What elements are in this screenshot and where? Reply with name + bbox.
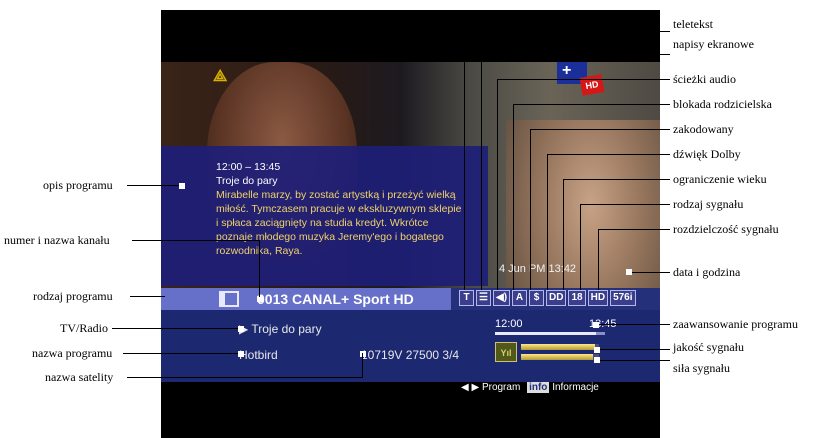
leader-line [599, 324, 670, 325]
leader-line [547, 154, 670, 155]
label-tv-radio: TV/Radio [60, 321, 108, 335]
channel-number-name: 0013 CANAL+ Sport HD [257, 291, 414, 307]
label-rodzaj-programu: rodzaj programu [33, 289, 113, 303]
broadcaster-logo-icon: ⟁ [213, 68, 228, 85]
program-progress-fill [495, 332, 597, 335]
parental-lock-icon: A [512, 290, 528, 306]
label-teletekst: teletekst [673, 17, 713, 31]
leader-line [259, 240, 260, 297]
signal-strength-bar [521, 354, 599, 360]
label-sciezki: ścieżki audio [673, 72, 736, 86]
program-info-panel: 12:00 – 13:45 Troje do pary Mirabelle ma… [161, 146, 488, 286]
leader-line [112, 328, 238, 329]
leader-line [497, 79, 670, 80]
marker-dot [257, 296, 263, 302]
marker-dot [238, 326, 244, 332]
label-data-godzina: data i godzina [673, 265, 741, 279]
program-title: Troje do pary [216, 175, 278, 187]
leader-line [464, 31, 465, 290]
satellite-name: Hotbird [239, 348, 278, 362]
audio-tracks-icon: ◀) [493, 290, 511, 306]
nav-info-label: Informacje [552, 382, 599, 393]
scrambled-icon: $ [529, 290, 545, 306]
label-zaawansowanie: zaawansowanie programu [673, 317, 798, 331]
leader-line [464, 31, 670, 32]
leader-line [632, 272, 670, 273]
program-type-icon [219, 291, 239, 307]
channel-hd-badge: HD [579, 74, 605, 96]
bottom-nav: ◀ ▶ Program info Informacje [461, 382, 599, 393]
label-ograniczenie: ograniczenie wieku [673, 172, 767, 186]
status-icons: T ☰ ◀) A $ DD 18 HD 576i [459, 290, 636, 308]
nav-program[interactable]: ◀ ▶ Program [461, 382, 520, 393]
leader-line [600, 349, 670, 350]
label-nazwa-satelity: nazwa satelity [45, 370, 114, 384]
leader-line [481, 54, 670, 55]
marker-dot [238, 351, 244, 357]
label-rozdzielczosc: rozdzielczość sygnału [673, 222, 779, 236]
label-rodzaj-sygnalu: rodzaj sygnału [673, 197, 744, 211]
program-description: Mirabelle marzy, by zostać artystką i pr… [216, 189, 462, 257]
age-rating-icon: 18 [568, 290, 586, 306]
label-dolby: dźwięk Dolby [673, 147, 741, 161]
channel-logo-plus: + [562, 62, 572, 79]
resolution-icon: 576i [610, 290, 636, 306]
leader-line [598, 229, 599, 290]
leader-line [127, 185, 179, 186]
date-time: 4 Jun PM 13:42 [499, 263, 577, 275]
marker-dot [179, 183, 185, 189]
label-napisy: napisy ekranowe [673, 37, 754, 51]
leader-line [530, 129, 670, 130]
leader-line [123, 353, 238, 354]
signal-icon: Yıl [495, 342, 517, 362]
leader-line [132, 240, 259, 241]
leader-line [127, 377, 363, 378]
label-blokada: blokada rodzicielska [673, 97, 772, 111]
leader-line [513, 104, 514, 290]
tv-screen: ⟁ + HD 12:00 – 13:45 Troje do pary Mirab… [161, 10, 660, 438]
marker-dot [593, 322, 599, 328]
leader-line [481, 54, 482, 290]
leader-line [547, 154, 548, 290]
program-time: 12:00 – 13:45 [216, 161, 281, 173]
signal-type-icon: HD [587, 290, 609, 306]
teletext-icon: T [459, 290, 474, 306]
dolby-icon: DD [546, 290, 567, 306]
leader-line [497, 79, 498, 290]
tv-radio-program: ▶ Troje do pary [239, 322, 322, 336]
leader-line [513, 104, 670, 105]
leader-line [130, 296, 165, 297]
leader-line [580, 204, 581, 290]
leader-line [563, 179, 564, 290]
leader-line [598, 229, 670, 230]
leader-line [530, 129, 531, 290]
marker-dot [360, 351, 366, 357]
marker-dot [594, 347, 600, 353]
subtitles-icon: ☰ [476, 290, 491, 306]
transponder-info: 10719V 27500 3/4 [361, 348, 460, 362]
leader-line [580, 204, 670, 205]
label-opis-programu: opis programu [43, 178, 113, 192]
label-numer-nazwa: numer i nazwa kanału [4, 233, 110, 247]
label-jakosc: jakość sygnału [673, 340, 744, 354]
label-nazwa-programu: nazwa programu [32, 346, 113, 360]
label-zakodowany: zakodowany [673, 122, 734, 136]
label-sila: siła sygnału [673, 361, 730, 375]
signal-quality-bar [521, 344, 599, 350]
leader-line [600, 360, 670, 361]
program-start-time: 12:00 [495, 318, 523, 330]
leader-line [563, 179, 670, 180]
leader-line [362, 353, 363, 378]
info-key[interactable]: info [527, 382, 550, 393]
